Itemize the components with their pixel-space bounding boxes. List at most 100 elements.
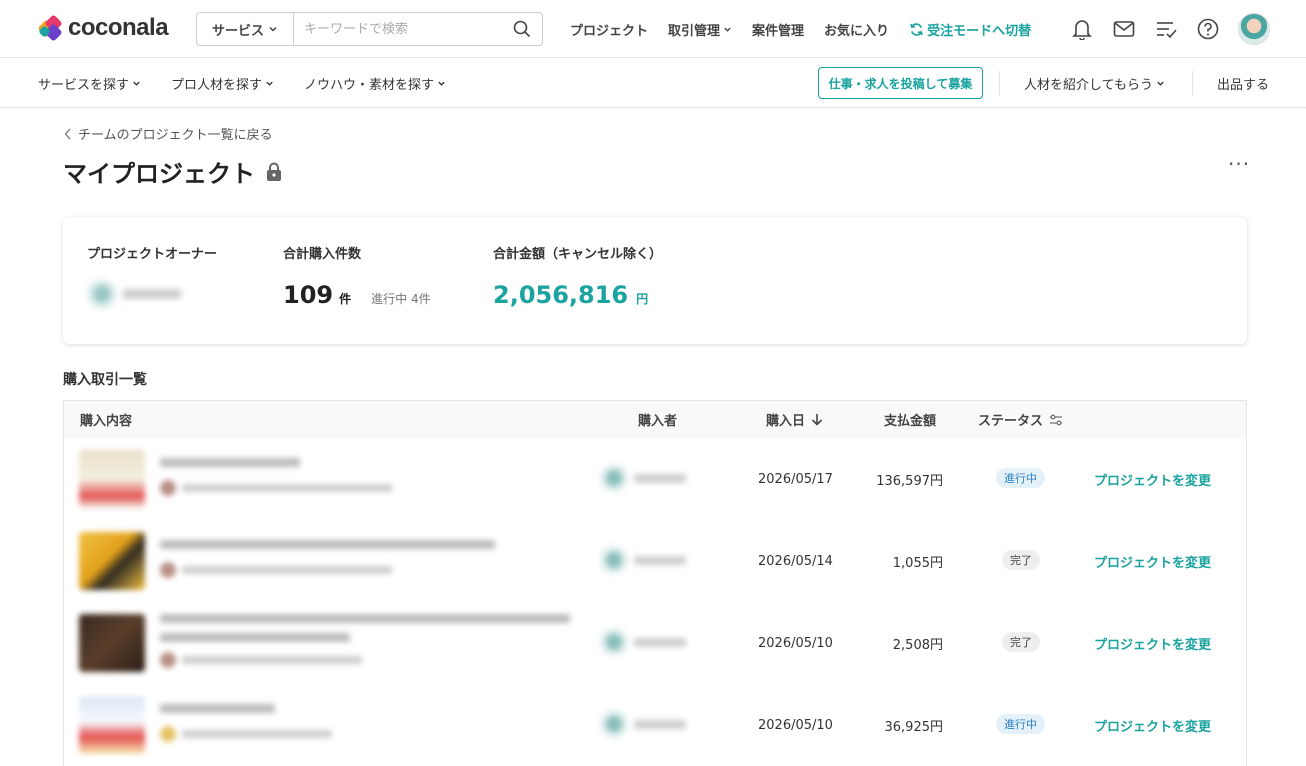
- status-badge: 進行中: [996, 714, 1045, 734]
- sub-navigation: サービスを探す プロ人材を探す ノウハウ・素材を探す 仕事・求人を投稿して募集 …: [0, 58, 1306, 108]
- status-badge: 完了: [1002, 550, 1040, 570]
- count-label: 合計購入件数: [283, 247, 362, 262]
- payment-amount: 2,508円: [892, 637, 943, 653]
- purchase-date: 2026/05/17: [758, 471, 833, 487]
- purchase-date: 2026/05/10: [758, 635, 833, 651]
- nav-transactions[interactable]: 取引管理: [668, 20, 732, 39]
- help-button[interactable]: [1196, 13, 1220, 45]
- more-options-button[interactable]: ···: [1228, 152, 1250, 176]
- divider: [1192, 71, 1193, 95]
- change-project-link[interactable]: プロジェクトを変更: [1094, 520, 1211, 602]
- change-project-link[interactable]: プロジェクトを変更: [1094, 684, 1211, 766]
- find-service-menu[interactable]: サービスを探す: [38, 74, 141, 93]
- table-row: 2026/05/10 36,925円 進行中 プロジェクトを変更: [64, 684, 1246, 766]
- col-date-label: 購入日: [766, 414, 806, 429]
- status-badge: 完了: [1002, 632, 1040, 652]
- find-knowhow-menu[interactable]: ノウハウ・素材を探す: [304, 74, 446, 93]
- change-project-link[interactable]: プロジェクトを変更: [1094, 438, 1211, 520]
- todo-button[interactable]: [1154, 13, 1178, 45]
- logo-text: coconala: [68, 14, 169, 41]
- payment-amount: 136,597円: [876, 473, 943, 489]
- chevron-down-icon: [1157, 81, 1164, 86]
- owner-label: プロジェクトオーナー: [87, 247, 218, 262]
- nav-jobs-label: 案件管理: [752, 23, 805, 39]
- search-bar: サービス: [196, 12, 543, 46]
- back-link[interactable]: チームのプロジェクト一覧に戻る: [64, 124, 273, 143]
- back-link-label: チームのプロジェクト一覧に戻る: [78, 128, 273, 143]
- buyer-info: [600, 464, 686, 492]
- service-title-blurred[interactable]: [160, 540, 495, 578]
- category-menu: サービスを探す プロ人材を探す ノウハウ・素材を探す: [38, 58, 446, 108]
- post-job-button[interactable]: 仕事・求人を投稿して募集: [818, 67, 983, 99]
- sell-link[interactable]: 出品する: [1217, 58, 1269, 108]
- count-value: 109: [283, 281, 334, 309]
- refresh-icon: [910, 22, 923, 36]
- global-header: coconala サービス プロジェクト 取引管理 案件管理 お気に入り 受注モ…: [0, 0, 1306, 58]
- service-thumbnail[interactable]: [79, 450, 145, 508]
- col-status-filter[interactable]: ステータス: [978, 401, 1063, 438]
- nav-project-label: プロジェクト: [570, 23, 649, 39]
- in-progress-count: 進行中 4件: [371, 292, 431, 306]
- table-header: 購入内容 購入者 購入日 支払金額 ステータス: [64, 401, 1246, 438]
- service-title-blurred[interactable]: [160, 614, 570, 668]
- header-icons: [1070, 13, 1270, 45]
- col-buyer: 購入者: [638, 414, 678, 429]
- owner-info: [87, 279, 181, 309]
- status-badge: 進行中: [996, 468, 1045, 488]
- mode-switch-button[interactable]: 受注モードへ切替: [909, 20, 1031, 39]
- lock-icon: [267, 162, 281, 181]
- nav-transactions-label: 取引管理: [668, 23, 721, 39]
- search-icon: [513, 20, 531, 38]
- purchase-table: 購入内容 購入者 購入日 支払金額 ステータス 2026/05/17 136,5…: [63, 400, 1247, 766]
- search-button[interactable]: [502, 13, 542, 45]
- col-status-label: ステータス: [978, 414, 1044, 429]
- mode-switch-label: 受注モードへ切替: [927, 23, 1032, 39]
- table-row: 2026/05/14 1,055円 完了 プロジェクトを変更: [64, 520, 1246, 602]
- top-navigation: プロジェクト 取引管理 案件管理 お気に入り 受注モードへ切替: [570, 0, 1031, 58]
- chevron-down-icon: [266, 81, 273, 86]
- owner-name-blurred: [123, 289, 181, 299]
- search-input[interactable]: [294, 21, 502, 37]
- table-row: 2026/05/17 136,597円 進行中 プロジェクトを変更: [64, 438, 1246, 520]
- service-title-blurred[interactable]: [160, 704, 332, 742]
- chevron-left-icon: [64, 127, 71, 140]
- coconala-logo[interactable]: coconala: [37, 14, 169, 42]
- find-service-label: サービスを探す: [38, 77, 130, 93]
- notification-button[interactable]: [1070, 13, 1094, 45]
- checklist-icon: [1157, 22, 1177, 39]
- amount-value: 2,056,816: [493, 281, 629, 309]
- search-category-select[interactable]: サービス: [197, 13, 294, 45]
- divider: [999, 71, 1000, 95]
- find-pro-menu[interactable]: プロ人材を探す: [171, 74, 274, 93]
- owner-avatar: [87, 279, 117, 309]
- amount-label: 合計金額（キャンセル除く）: [493, 247, 663, 262]
- user-avatar[interactable]: [1238, 13, 1270, 45]
- chevron-down-icon: [438, 81, 445, 86]
- change-project-link[interactable]: プロジェクトを変更: [1094, 602, 1211, 684]
- service-title-blurred[interactable]: [160, 458, 392, 496]
- nav-project[interactable]: プロジェクト: [570, 20, 648, 39]
- buyer-info: [600, 628, 686, 656]
- col-amount: 支払金額: [884, 414, 937, 429]
- payment-amount: 36,925円: [884, 719, 944, 735]
- service-thumbnail[interactable]: [79, 532, 145, 590]
- service-thumbnail[interactable]: [79, 614, 145, 672]
- help-icon: [1197, 18, 1219, 40]
- bell-icon: [1072, 20, 1092, 40]
- col-content: 購入内容: [80, 414, 133, 429]
- arrow-down-icon: [811, 414, 823, 426]
- chevron-down-icon: [269, 26, 277, 32]
- nav-favorites[interactable]: お気に入り: [824, 20, 889, 39]
- introduce-menu[interactable]: 人材を紹介してもらう: [1024, 58, 1165, 108]
- find-pro-label: プロ人材を探す: [171, 77, 263, 93]
- table-row: 2026/05/10 2,508円 完了 プロジェクトを変更: [64, 602, 1246, 684]
- filter-icon: [1050, 414, 1063, 425]
- service-thumbnail[interactable]: [79, 696, 145, 754]
- buyer-info: [600, 546, 686, 574]
- nav-jobs[interactable]: 案件管理: [752, 20, 804, 39]
- logo-mark-icon: [37, 14, 63, 42]
- chevron-down-icon: [724, 27, 731, 32]
- message-button[interactable]: [1112, 13, 1136, 45]
- amount-unit: 円: [636, 292, 649, 306]
- col-date-sort[interactable]: 購入日: [766, 401, 823, 438]
